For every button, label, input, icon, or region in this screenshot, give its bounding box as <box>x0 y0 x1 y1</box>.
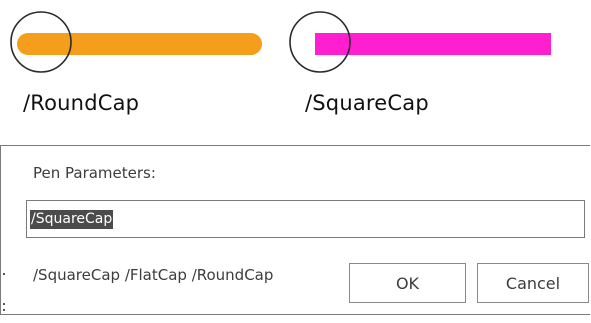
pen-parameters-input-selected-text[interactable]: /SquareCap <box>30 210 114 229</box>
ok-button[interactable]: OK <box>349 263 466 303</box>
pen-parameters-dialog: Pen Parameters: /SquareCap /SquareCap /F… <box>0 145 590 315</box>
square-cap-label: /SquareCap <box>305 91 429 115</box>
cancel-button[interactable]: Cancel <box>477 263 589 303</box>
edge-artifact <box>3 309 5 311</box>
edge-artifact <box>3 273 5 275</box>
pen-parameters-input[interactable]: /SquareCap <box>26 200 585 238</box>
round-cap-label: /RoundCap <box>23 91 140 115</box>
cap-options-hint: /SquareCap /FlatCap /RoundCap <box>33 266 274 284</box>
cap-demo-canvas <box>10 11 551 73</box>
stage: /RoundCap /SquareCap Pen Parameters: /Sq… <box>0 0 591 323</box>
dialog-title: Pen Parameters: <box>33 164 156 182</box>
edge-artifact <box>3 303 5 305</box>
